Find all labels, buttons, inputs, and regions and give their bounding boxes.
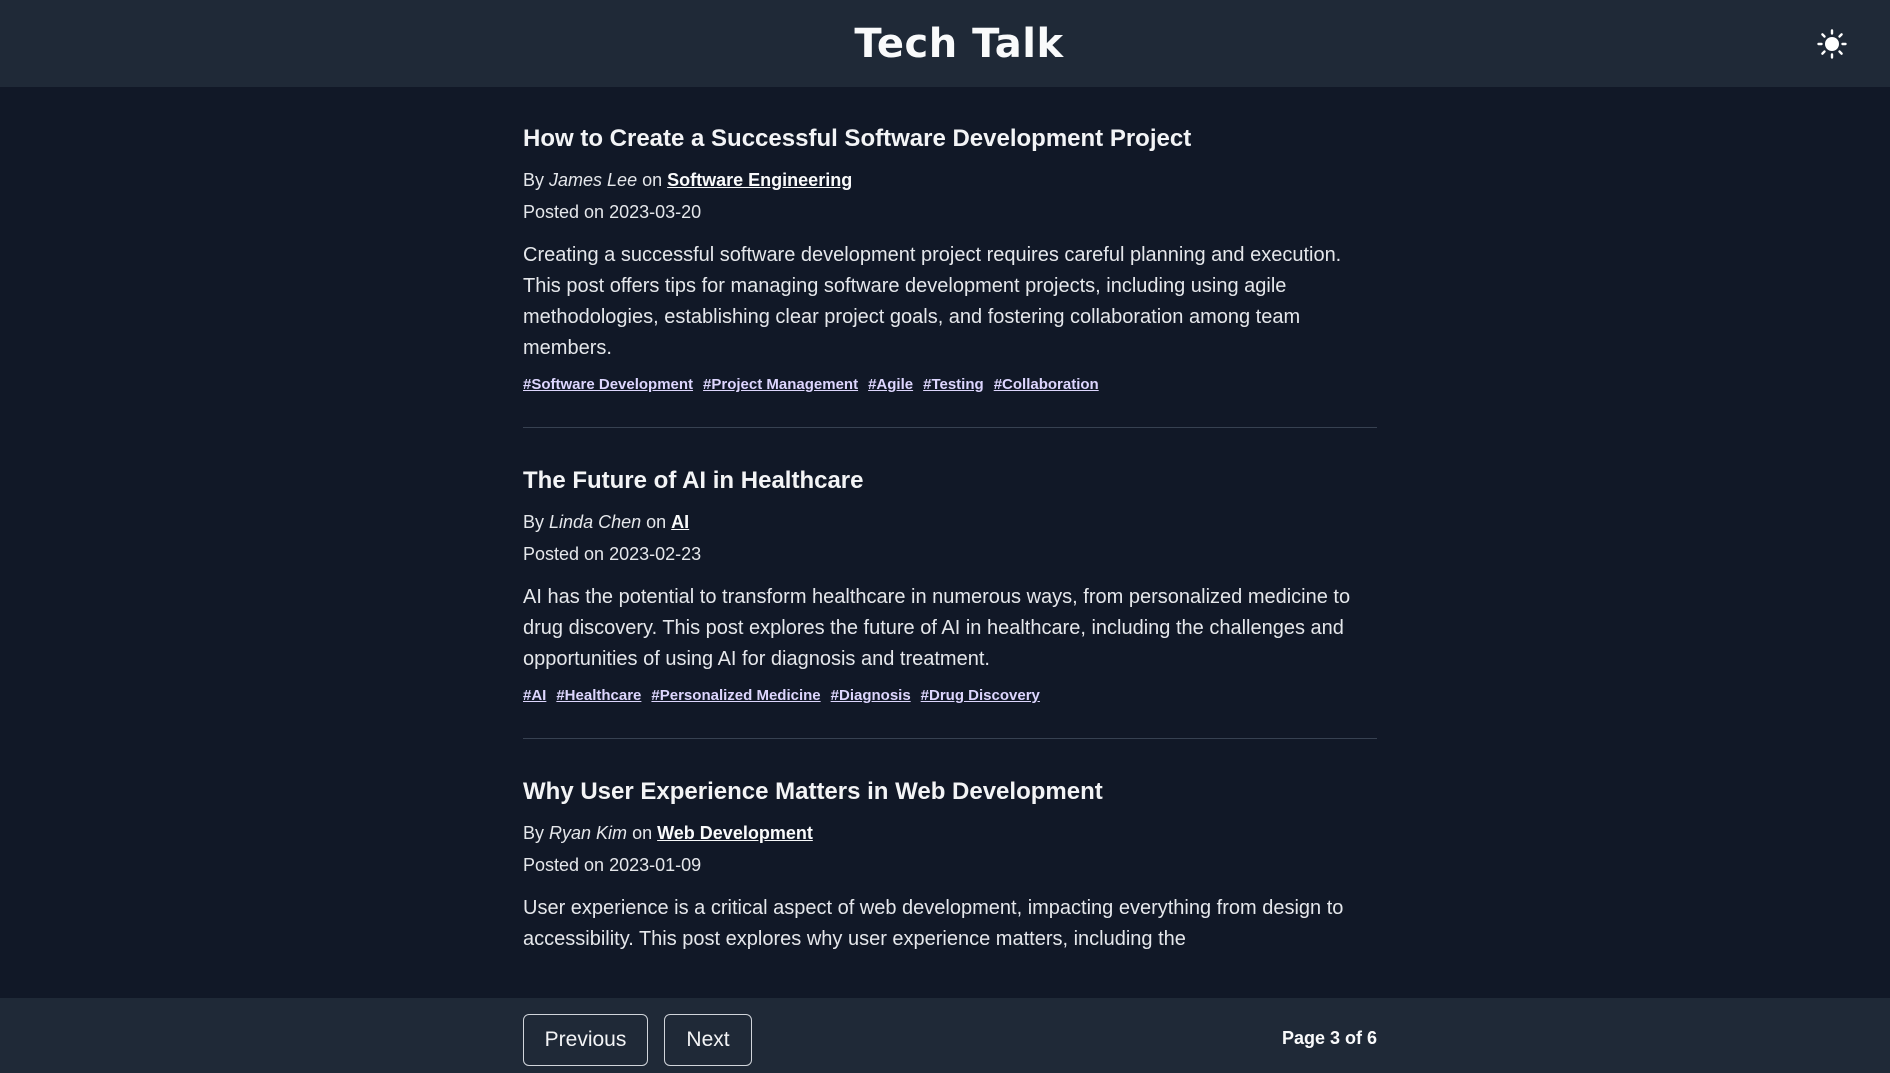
post-author: Linda Chen: [549, 512, 642, 532]
site-header: Tech Talk: [0, 0, 1890, 87]
post-title[interactable]: How to Create a Successful Software Deve…: [523, 124, 1377, 154]
on-label: on: [632, 823, 653, 843]
previous-page-button[interactable]: Previous: [523, 1014, 648, 1066]
post-excerpt: Creating a successful software developme…: [523, 244, 1342, 359]
next-page-button[interactable]: Next: [664, 1014, 752, 1066]
post-tags: #AI #Healthcare #Personalized Medicine #…: [523, 687, 1377, 704]
post-date: 2023-01-09: [609, 855, 702, 875]
post-tags: #Software Development #Project Managemen…: [523, 376, 1377, 393]
post-byline: By James Lee on Software Engineering: [523, 164, 1377, 196]
post-byline: By Ryan Kim on Web Development: [523, 817, 1377, 849]
posted-on-label: Posted on: [523, 202, 605, 222]
post-author: James Lee: [549, 170, 638, 190]
post-item: The Future of AI in Healthcare By Linda …: [523, 428, 1377, 739]
post-title[interactable]: Why User Experience Matters in Web Devel…: [523, 777, 1377, 807]
on-label: on: [646, 512, 667, 532]
post-category-link[interactable]: Web Development: [657, 823, 813, 843]
posted-on-label: Posted on: [523, 855, 605, 875]
post-item: How to Create a Successful Software Deve…: [523, 87, 1377, 428]
tag-link[interactable]: #Personalized Medicine: [651, 687, 820, 704]
post-author: Ryan Kim: [549, 823, 628, 843]
post-title[interactable]: The Future of AI in Healthcare: [523, 466, 1377, 496]
tag-link[interactable]: #Collaboration: [994, 376, 1099, 393]
site-title: Tech Talk: [854, 20, 1064, 67]
post-date: 2023-03-20: [609, 202, 702, 222]
tag-link[interactable]: #Project Management: [703, 376, 858, 393]
tag-link[interactable]: #Agile: [868, 376, 913, 393]
on-label: on: [642, 170, 663, 190]
post-date-line: Posted on 2023-02-23: [523, 538, 1377, 570]
post-item: Why User Experience Matters in Web Devel…: [523, 739, 1377, 998]
tag-link[interactable]: #Software Development: [523, 376, 693, 393]
page-indicator: Page 3 of 6: [1281, 1028, 1377, 1048]
post-category-link[interactable]: Software Engineering: [667, 170, 852, 190]
theme-toggle-button[interactable]: [1812, 24, 1852, 64]
post-date-line: Posted on 2023-01-09: [523, 849, 1377, 881]
tag-link[interactable]: #Testing: [923, 376, 984, 393]
tag-link[interactable]: #Diagnosis: [831, 687, 911, 704]
tag-link[interactable]: #Healthcare: [556, 687, 641, 704]
post-date-line: Posted on 2023-03-20: [523, 196, 1377, 228]
sun-icon: [1817, 29, 1847, 59]
by-label: By: [523, 823, 545, 843]
tag-link[interactable]: #Drug Discovery: [921, 687, 1040, 704]
post-excerpt: AI has the potential to transform health…: [523, 586, 1351, 670]
post-feed: How to Create a Successful Software Deve…: [523, 87, 1377, 998]
tag-link[interactable]: #AI: [523, 687, 546, 704]
by-label: By: [523, 170, 545, 190]
pagination-bar: Previous Next Page 3 of 6: [0, 998, 1890, 1073]
post-category-link[interactable]: AI: [671, 512, 689, 532]
post-date: 2023-02-23: [609, 544, 702, 564]
post-byline: By Linda Chen on AI: [523, 506, 1377, 538]
post-excerpt: User experience is a critical aspect of …: [523, 897, 1344, 950]
by-label: By: [523, 512, 545, 532]
posted-on-label: Posted on: [523, 544, 605, 564]
